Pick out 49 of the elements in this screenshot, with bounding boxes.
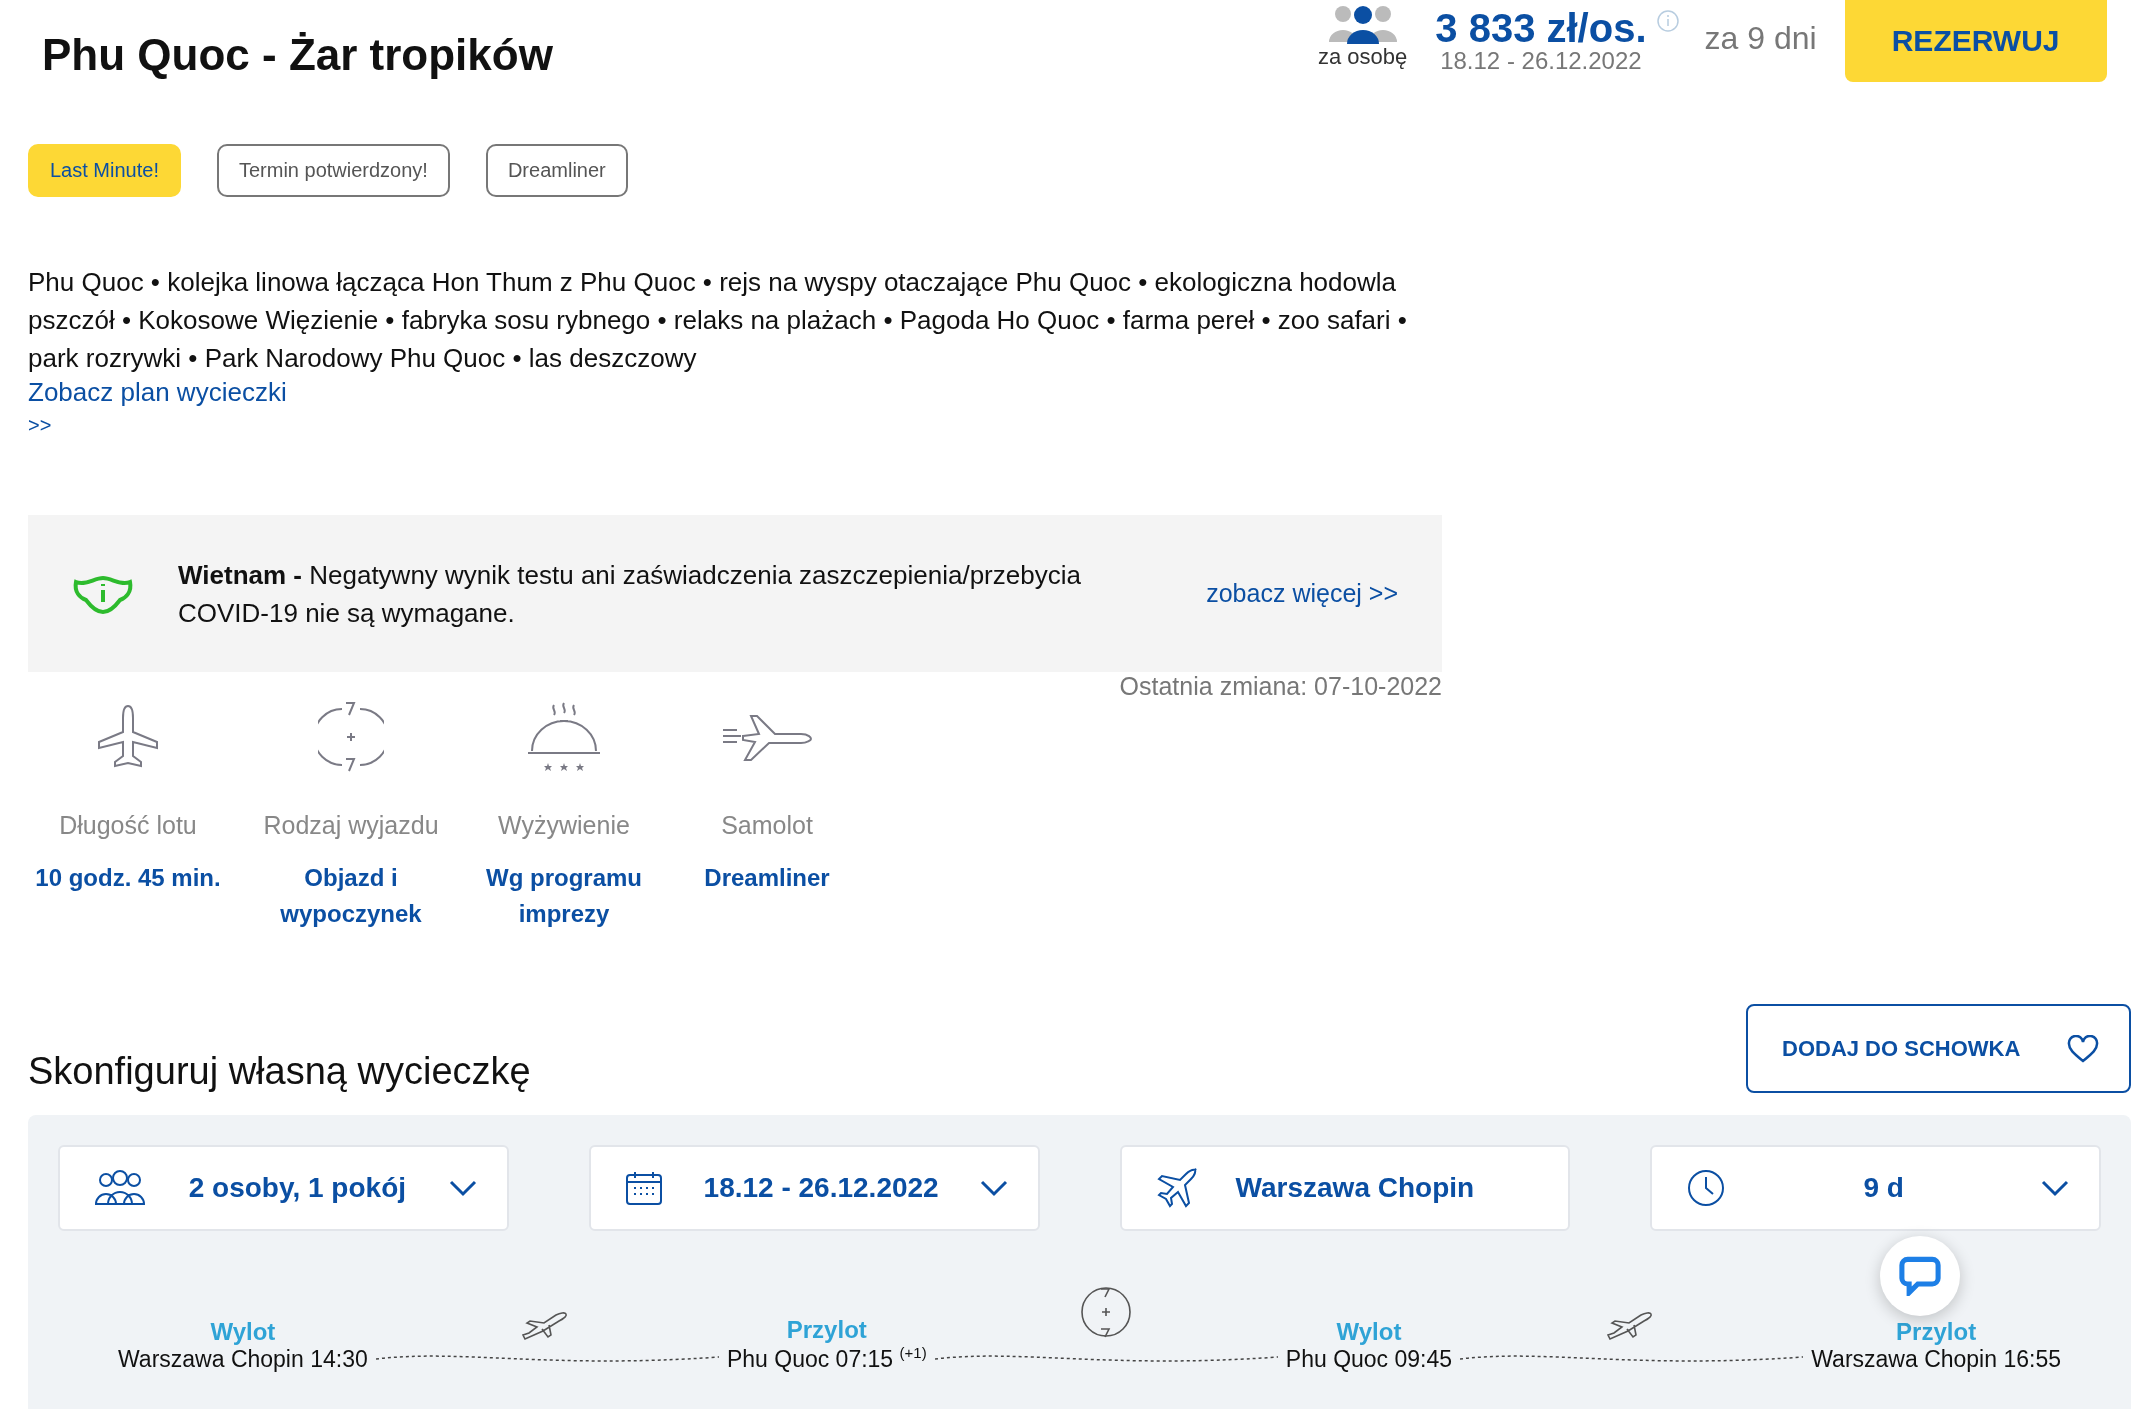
selector-field[interactable]: Warszawa Chopin bbox=[1119, 1145, 1571, 1231]
tag: Last Minute! bbox=[28, 144, 181, 197]
feature-value: Objazd i wypoczynek bbox=[279, 863, 423, 929]
feature-value: Dreamliner bbox=[703, 863, 831, 893]
feature-label: Rodzaj wyjazdu bbox=[263, 811, 439, 840]
see-more-link[interactable]: zobacz więcej >> bbox=[1206, 579, 1398, 608]
timeline-place: Warszawa Chopin 16:55 bbox=[1811, 1346, 2061, 1373]
duration-label: za 9 dni bbox=[1704, 20, 1817, 57]
calendar-icon bbox=[624, 1170, 663, 1206]
airplane-icon bbox=[1155, 1166, 1200, 1210]
selector-field[interactable]: 9 d bbox=[1650, 1145, 2101, 1231]
timeline-label: Wylot bbox=[1336, 1318, 1402, 1346]
tag: Termin potwierdzony! bbox=[216, 144, 450, 197]
chat-icon bbox=[1899, 1256, 1941, 1296]
save-button[interactable]: DODAJ DO SCHOWKA bbox=[1746, 1004, 2131, 1093]
selector-field[interactable]: 2 osoby, 1 pokój bbox=[58, 1145, 509, 1231]
more-link[interactable]: >> bbox=[28, 414, 52, 437]
plan-link[interactable]: Zobacz plan wycieczki bbox=[28, 377, 287, 408]
people-icon bbox=[1326, 4, 1399, 44]
timeline-label: Przylot bbox=[786, 1316, 867, 1345]
chevron-down-icon bbox=[979, 1179, 1008, 1197]
selector-field[interactable]: 18.12 - 26.12.2022 bbox=[588, 1145, 1040, 1231]
plane-icon bbox=[721, 712, 813, 762]
trip-description: Phu Quoc • kolejka linowa łącząca Hon Thum z Phu Quoc • rejs na wyspy otaczające Phu Quoc • ekologiczna hodowla pszczół • Kokosowe Więzienie • fabryka sosu rybnego • relaks na plażach • Pagoda Ho Quoc • farma pereł • zoo safari • park rozrywki • Park Narodowy Phu Quoc • las deszczowy bbox=[28, 266, 1408, 375]
page-title: Phu Quoc - Żar tropików bbox=[42, 30, 553, 80]
last-change-date: Ostatnia zmiana: 07-10-2022 bbox=[1119, 672, 1442, 700]
people-icon bbox=[94, 1170, 146, 1206]
notice-text: Wietnam - Negatywny wynik testu ani zaświadczenia zaszczepienia/przebycia COVID-19 nie są wymagane. bbox=[178, 558, 1082, 630]
chevron-down-icon bbox=[448, 1179, 477, 1197]
feature-label: Wyżywienie bbox=[498, 811, 630, 840]
timeline-place: Phu Quoc 07:15 $^{(+1)}$ bbox=[726, 1344, 927, 1373]
per-person-label: za osobę bbox=[1318, 44, 1408, 70]
heart-icon bbox=[2067, 1034, 2099, 1063]
feature-label: Samolot bbox=[721, 811, 813, 840]
timeline-label: Przylot bbox=[1896, 1318, 1977, 1346]
info-icon bbox=[1656, 10, 1679, 32]
timeline-label: Wylot bbox=[210, 1318, 276, 1346]
feature-label: Długość lotu bbox=[59, 811, 197, 840]
chevron-down-icon bbox=[2041, 1179, 2069, 1197]
book-button[interactable]: REZERWUJ bbox=[1844, 0, 2107, 82]
feature-value: Wg programu imprezy bbox=[485, 863, 643, 929]
timeline-place: Warszawa Chopin 14:30 bbox=[118, 1346, 368, 1373]
cycle-icon bbox=[318, 701, 384, 773]
clock-icon bbox=[1686, 1168, 1727, 1208]
tag: Dreamliner bbox=[485, 144, 628, 197]
feature-value: 10 godz. 45 min. bbox=[34, 863, 222, 893]
cloche-icon bbox=[526, 701, 602, 773]
section-title: Skonfiguruj własną wycieczkę bbox=[28, 1050, 531, 1093]
timeline-place: Phu Quoc 09:45 bbox=[1285, 1346, 1453, 1373]
